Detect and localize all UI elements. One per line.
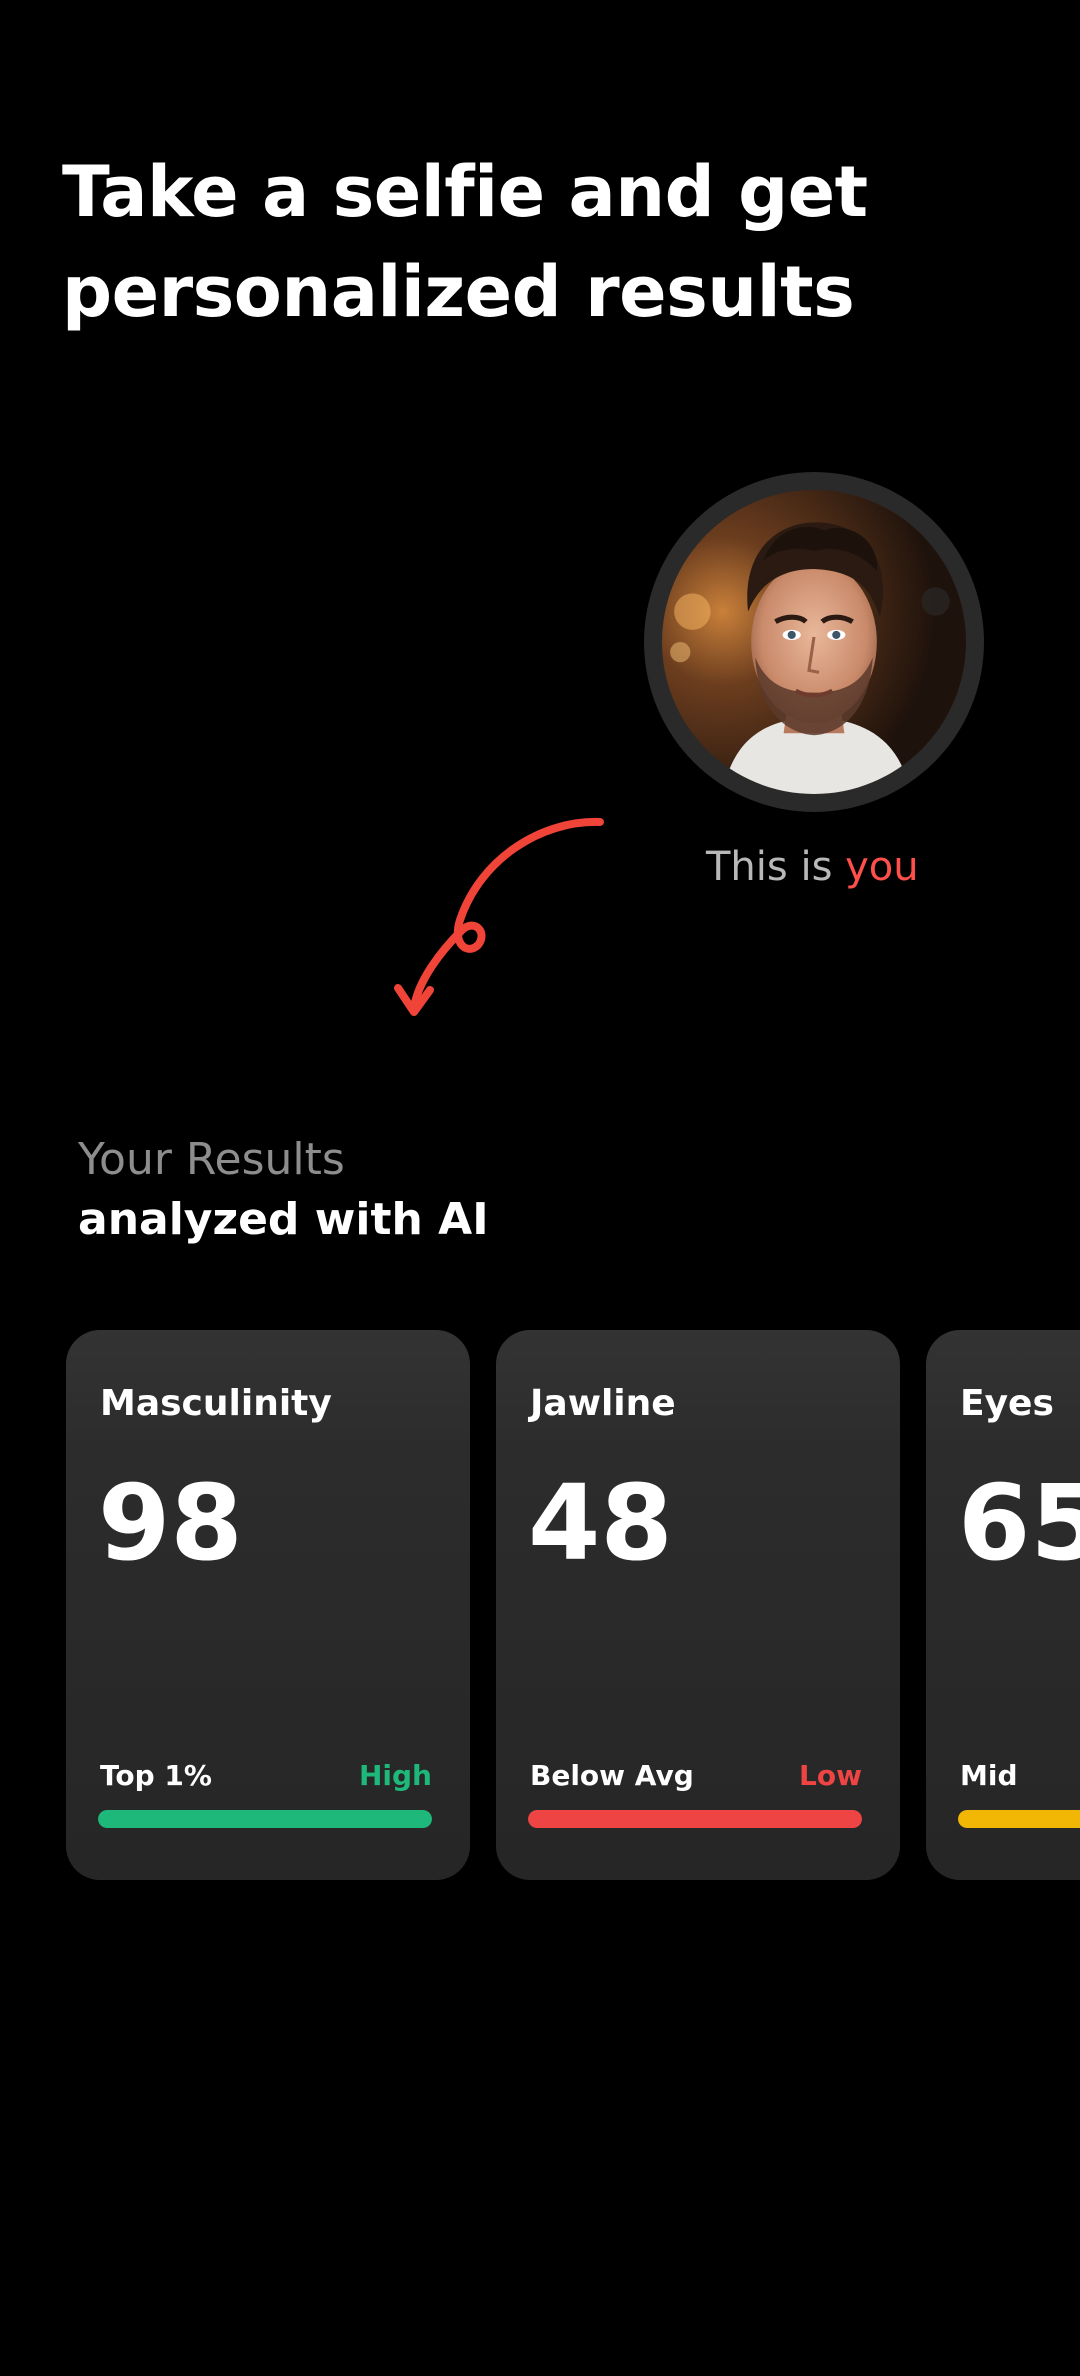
card-rank: Mid: [960, 1759, 1018, 1792]
result-card-jawline[interactable]: Jawline 48 Below Avg Low: [496, 1330, 900, 1880]
selfie-caption-prefix: This is: [706, 844, 846, 890]
selfie-photo: [662, 490, 966, 794]
curved-arrow-down-left-icon: [394, 817, 604, 1016]
card-title: Jawline: [530, 1383, 676, 1424]
card-rank: Below Avg: [530, 1759, 694, 1792]
card-progress-fill: [98, 1810, 432, 1828]
selfie-portrait-image: [662, 490, 966, 794]
result-card-masculinity[interactable]: Masculinity 98 Top 1% High: [66, 1330, 470, 1880]
card-score: 48: [528, 1462, 673, 1584]
results-title: analyzed with AI: [78, 1194, 489, 1245]
result-card-eyes[interactable]: Eyes 65 Mid: [926, 1330, 1080, 1880]
card-progress-fill: [528, 1810, 862, 1828]
results-carousel[interactable]: Masculinity 98 Top 1% High Jawline 48 Be…: [0, 1330, 1080, 1882]
selfie-caption: This is you: [706, 842, 919, 892]
card-level: High: [358, 1759, 432, 1792]
card-progress-bar: [958, 1810, 1080, 1828]
card-progress-bar: [98, 1810, 432, 1828]
selfie-avatar: [644, 472, 984, 812]
card-score: 65: [958, 1462, 1080, 1584]
page-headline: Take a selfie and get personalized resul…: [62, 151, 868, 333]
card-progress-bar: [528, 1810, 862, 1828]
selfie-caption-accent: you: [845, 844, 919, 890]
card-progress-fill: [958, 1810, 1080, 1828]
results-subtitle: Your Results: [78, 1134, 345, 1185]
card-level: Low: [799, 1759, 862, 1792]
card-rank: Top 1%: [100, 1759, 212, 1792]
card-title: Masculinity: [100, 1383, 332, 1424]
card-score: 98: [98, 1462, 243, 1584]
card-title: Eyes: [960, 1383, 1054, 1424]
